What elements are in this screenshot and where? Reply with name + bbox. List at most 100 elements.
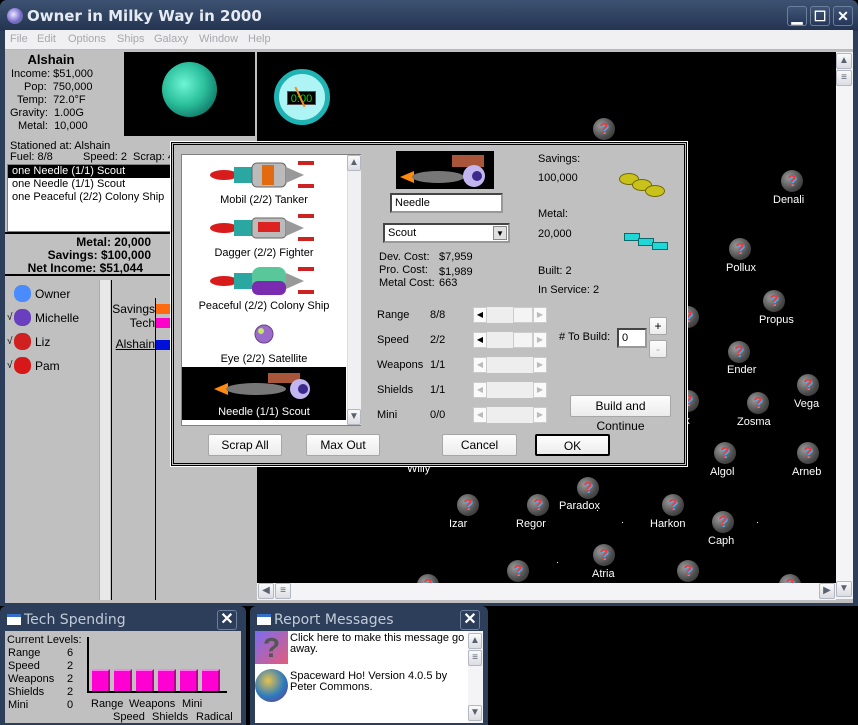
star-label[interactable]: Pollux: [726, 262, 756, 274]
slider-left-arrow-icon[interactable]: ◀: [473, 357, 487, 373]
scroll-right-button[interactable]: ▶: [819, 583, 835, 599]
menu-file[interactable]: File: [10, 33, 28, 45]
unknown-star-icon[interactable]: ?: [729, 238, 751, 260]
scroll-up-button[interactable]: ▲: [347, 155, 361, 171]
increment-button[interactable]: +: [649, 317, 667, 335]
tech-spending-bar[interactable]: [158, 669, 176, 691]
menu-galaxy[interactable]: Galaxy: [154, 33, 188, 45]
hscroll-thumb[interactable]: ≡: [275, 583, 291, 599]
close-icon[interactable]: ✕: [217, 610, 237, 630]
scroll-down-button[interactable]: ▼: [836, 581, 852, 597]
star-label[interactable]: Paradox: [559, 500, 600, 512]
ship-design-item[interactable]: Mobil (2/2) Tanker: [182, 155, 346, 208]
ship-design-item[interactable]: Dagger (2/2) Fighter: [182, 208, 346, 261]
star-label[interactable]: Caph: [708, 535, 734, 547]
fleet-list[interactable]: one Needle (1/1) Scout one Needle (1/1) …: [7, 164, 172, 232]
stat-slider[interactable]: ◀ ▶: [473, 332, 547, 348]
tech-spending-bar[interactable]: [136, 669, 154, 691]
tech-spending-bar[interactable]: [202, 669, 220, 691]
scroll-left-button[interactable]: ◀: [258, 583, 274, 599]
unknown-star-icon[interactable]: ?: [677, 560, 699, 582]
max-out-button[interactable]: Max Out: [306, 434, 380, 456]
minimize-button[interactable]: ▁: [787, 6, 807, 26]
tech-spending-bar[interactable]: [180, 669, 198, 691]
unknown-star-icon[interactable]: ?: [712, 511, 734, 533]
map-horizontal-scrollbar[interactable]: ◀ ≡ ▶: [257, 583, 836, 600]
slider-thumb[interactable]: [513, 332, 533, 348]
menu-ships[interactable]: Ships: [117, 33, 145, 45]
unknown-star-icon[interactable]: ?: [763, 290, 785, 312]
slider-thumb[interactable]: [513, 307, 533, 323]
unknown-star-icon[interactable]: ?: [781, 170, 803, 192]
build-and-continue-button[interactable]: Build and Continue: [570, 395, 671, 433]
fleet-item[interactable]: one Needle (1/1) Scout: [8, 178, 171, 191]
close-icon[interactable]: ✕: [460, 610, 480, 630]
unknown-star-icon[interactable]: ?: [457, 494, 479, 516]
ship-design-item[interactable]: Peaceful (2/2) Colony Ship: [182, 261, 346, 314]
maximize-button[interactable]: ☐: [810, 6, 830, 26]
ship-type-select[interactable]: Scout ▼: [383, 223, 510, 243]
player-list-scrollbar[interactable]: [99, 280, 110, 600]
menu-edit[interactable]: Edit: [37, 33, 56, 45]
unknown-star-icon[interactable]: ?: [797, 442, 819, 464]
message-item[interactable]: Spaceward Ho! Version 4.0.5 by Peter Com…: [255, 669, 467, 711]
star-label[interactable]: Ender: [727, 364, 756, 376]
star-label[interactable]: Arneb: [792, 466, 821, 478]
close-button[interactable]: ✕: [833, 6, 853, 26]
unknown-star-icon[interactable]: ?: [593, 544, 615, 566]
menu-help[interactable]: Help: [248, 33, 271, 45]
cancel-button[interactable]: Cancel: [442, 434, 517, 456]
unknown-star-icon[interactable]: ?: [577, 477, 599, 499]
scroll-up-button[interactable]: ▲: [836, 53, 852, 69]
unknown-star-icon[interactable]: ?: [662, 494, 684, 516]
fleet-item[interactable]: one Peaceful (2/2) Colony Ship: [8, 191, 171, 204]
message-item[interactable]: ? Click here to make this message go awa…: [255, 631, 467, 673]
star-label[interactable]: Denali: [773, 194, 804, 206]
unknown-star-icon[interactable]: ?: [527, 494, 549, 516]
messages-scrollbar[interactable]: ▲ ≡ ▼: [468, 631, 483, 723]
stat-slider[interactable]: ◀ ▶: [473, 307, 547, 323]
fleet-item[interactable]: one Needle (1/1) Scout: [8, 165, 171, 178]
slider-left-arrow-icon[interactable]: ◀: [473, 307, 487, 323]
star-label[interactable]: Atria: [592, 568, 615, 580]
tech-spending-bar[interactable]: [92, 669, 110, 691]
scrap-all-button[interactable]: Scrap All: [208, 434, 282, 456]
decrement-button[interactable]: -: [649, 340, 667, 358]
slider-left-arrow-icon[interactable]: ◀: [473, 407, 487, 423]
unknown-star-icon[interactable]: ?: [593, 118, 615, 140]
legend-alshain[interactable]: Alshain: [116, 337, 155, 351]
slider-right-arrow-icon[interactable]: ▶: [533, 307, 547, 323]
unknown-star-icon[interactable]: ?: [714, 442, 736, 464]
ship-design-item[interactable]: Eye (2/2) Satellite: [182, 314, 346, 367]
to-build-input[interactable]: 0: [617, 328, 647, 348]
scroll-thumb[interactable]: ≡: [468, 650, 482, 666]
star-label[interactable]: Harkon: [650, 518, 685, 530]
ok-button[interactable]: OK: [535, 434, 610, 456]
slider-right-arrow-icon[interactable]: ▶: [533, 357, 547, 373]
scroll-up-button[interactable]: ▲: [468, 633, 482, 649]
turn-clock[interactable]: 0:00: [274, 69, 330, 125]
slider-left-arrow-icon[interactable]: ◀: [473, 382, 487, 398]
tech-spending-bar[interactable]: [114, 669, 132, 691]
star-label[interactable]: Zosma: [737, 416, 771, 428]
scroll-down-button[interactable]: ▼: [468, 705, 482, 721]
menu-window[interactable]: Window: [199, 33, 238, 45]
star-label[interactable]: Izar: [449, 518, 467, 530]
ship-list-scrollbar[interactable]: ▲ ▼: [347, 155, 361, 425]
unknown-star-icon[interactable]: ?: [417, 574, 439, 583]
unknown-star-icon[interactable]: ?: [747, 392, 769, 414]
dropdown-arrow-icon[interactable]: ▼: [493, 226, 507, 240]
ship-design-list[interactable]: Mobil (2/2) Tanker Dagger (2/2) Fighter: [181, 154, 361, 426]
star-label[interactable]: Algol: [710, 466, 734, 478]
star-label[interactable]: Propus: [759, 314, 794, 326]
ship-name-input[interactable]: Needle: [390, 193, 503, 213]
slider-right-arrow-icon[interactable]: ▶: [533, 407, 547, 423]
unknown-star-icon[interactable]: ?: [797, 374, 819, 396]
unknown-star-icon[interactable]: ?: [779, 574, 801, 583]
unknown-star-icon[interactable]: ?: [728, 341, 750, 363]
ship-design-item[interactable]: Needle (1/1) Scout: [182, 367, 346, 420]
slider-left-arrow-icon[interactable]: ◀: [473, 332, 487, 348]
star-label[interactable]: Regor: [516, 518, 546, 530]
slider-right-arrow-icon[interactable]: ▶: [533, 332, 547, 348]
scroll-down-button[interactable]: ▼: [347, 409, 361, 425]
